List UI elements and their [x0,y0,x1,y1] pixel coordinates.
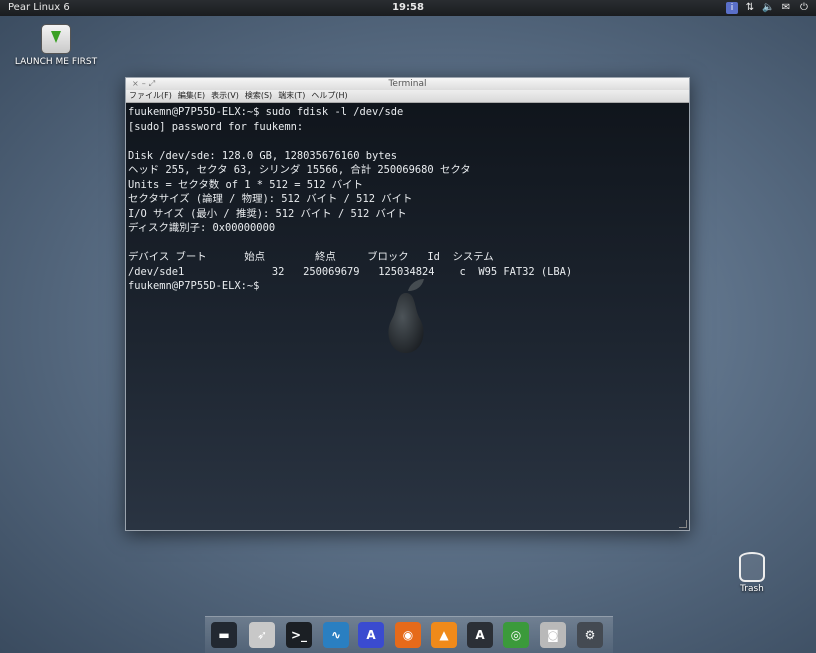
app-store-icon[interactable]: A [467,622,493,648]
terminal-line: セクタサイズ (論理 / 物理): 512 バイト / 512 バイト [128,193,413,205]
volume-icon[interactable]: 🔈 [762,2,774,14]
dock: ▬ ➶ >_ ∿ A ◉ ▲ A ◎ ◙ ⚙ [205,616,613,653]
menu-view[interactable]: 表示(V) [211,90,239,102]
terminal-line: [sudo] password for fuukemn: [128,120,304,133]
terminal-line: Units = セクタ数 of 1 * 512 = 512 バイト [128,178,363,191]
menu-help[interactable]: ヘルプ(H) [311,90,347,102]
launch-me-first-shortcut[interactable]: LAUNCH ME FIRST [10,24,102,67]
pear-logo-watermark [388,279,424,353]
monitor-icon[interactable]: ▬ [211,622,237,648]
terminal-icon[interactable]: >_ [286,622,312,648]
firefox-icon[interactable]: ◉ [395,622,421,648]
network-arrows-icon[interactable]: ⇅ [744,2,756,14]
terminal-line: fuukemn@P7P55D-ELX:~$ sudo fdisk -l /dev… [128,106,404,118]
window-controls[interactable]: ×–⤢ [132,78,158,90]
settings-icon[interactable]: ⚙ [577,622,603,648]
keyboard-layout-icon[interactable]: i [726,2,738,14]
mail-icon[interactable]: ✉ [780,2,792,14]
terminal-window[interactable]: ×–⤢ Terminal ファイル(F) 編集(E) 表示(V) 検索(S) 端… [125,77,690,531]
launch-label: LAUNCH ME FIRST [14,57,98,67]
clock[interactable]: 19:58 [0,0,816,16]
menu-search[interactable]: 検索(S) [245,90,272,102]
top-panel: Pear Linux 6 19:58 i ⇅ 🔈 ✉ ⏻ [0,0,816,16]
menu-file[interactable]: ファイル(F) [129,90,172,102]
menu-terminal[interactable]: 端末(T) [278,90,305,102]
terminal-line: I/O サイズ (最小 / 推奨): 512 バイト / 512 バイト [128,207,407,220]
trash-label: Trash [740,584,764,594]
menu-bar: ファイル(F) 編集(E) 表示(V) 検索(S) 端末(T) ヘルプ(H) [126,90,689,103]
window-titlebar[interactable]: ×–⤢ Terminal [126,78,689,90]
system-tray: i ⇅ 🔈 ✉ ⏻ [726,0,810,16]
terminal-line: ヘッド 255, セクタ 63, シリンダ 15566, 合計 25006968… [128,164,471,176]
window-title: Terminal [388,79,427,89]
trash-icon [739,552,765,582]
network-globe-icon[interactable]: ◎ [503,622,529,648]
terminal-output[interactable]: fuukemn@P7P55D-ELX:~$ sudo fdisk -l /dev… [126,103,689,530]
camera-icon[interactable]: ◙ [540,622,566,648]
trash-shortcut[interactable]: Trash [728,552,776,594]
font-viewer-icon[interactable]: A [358,622,384,648]
terminal-line: ディスク識別子: 0x00000000 [128,222,276,234]
rocket-icon[interactable]: ➶ [249,622,275,648]
terminal-line: デバイス ブート 始点 終点 ブロック Id システム [128,251,494,263]
power-icon[interactable]: ⏻ [798,2,810,14]
terminal-line: Disk /dev/sde: 128.0 GB, 128035676160 by… [128,149,397,162]
menu-edit[interactable]: 編集(E) [178,90,205,102]
vlc-icon[interactable]: ▲ [431,622,457,648]
system-monitor-icon[interactable]: ∿ [323,622,349,648]
download-arrow-icon [41,24,71,54]
resize-grip[interactable] [679,520,687,528]
